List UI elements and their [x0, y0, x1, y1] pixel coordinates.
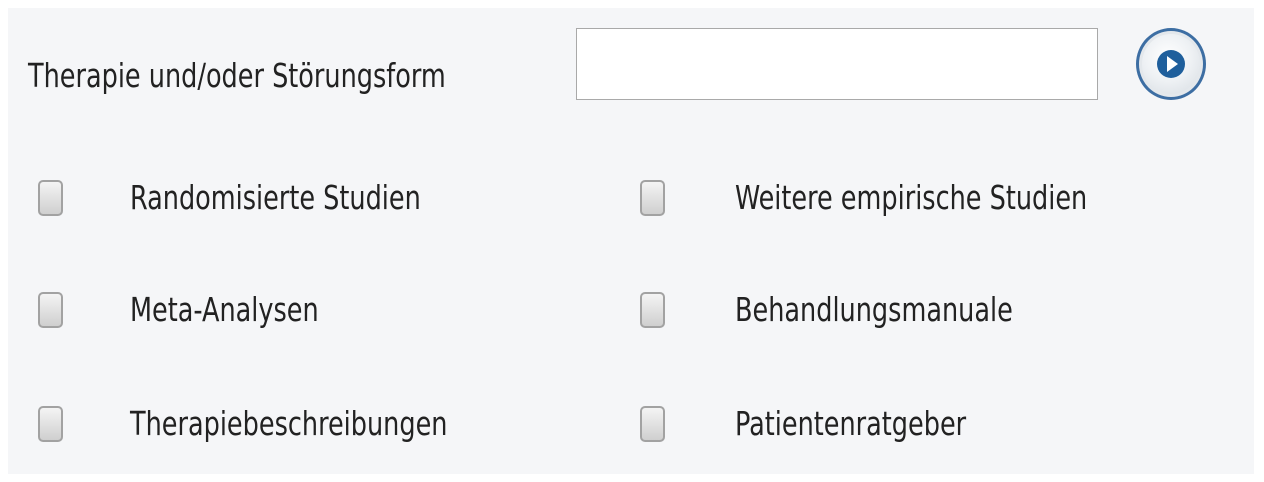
filter-label: Meta-Analysen	[130, 290, 319, 329]
filter-patientenratgeber[interactable]: Patientenratgeber	[640, 394, 1004, 454]
filter-randomisierte-studien[interactable]: Randomisierte Studien	[38, 168, 468, 228]
search-form: Therapie und/oder Störungsform Randomisi…	[8, 8, 1254, 474]
filter-label: Randomisierte Studien	[130, 178, 421, 217]
filter-meta-analysen[interactable]: Meta-Analysen	[38, 280, 349, 340]
checkbox[interactable]	[640, 292, 665, 328]
filter-weitere-empirische-studien[interactable]: Weitere empirische Studien	[640, 168, 1145, 228]
checkbox[interactable]	[38, 292, 63, 328]
filter-label: Behandlungsmanuale	[735, 290, 1013, 329]
search-submit-button[interactable]	[1136, 28, 1206, 100]
checkbox[interactable]	[640, 180, 665, 216]
filter-label: Therapiebeschreibungen	[130, 404, 448, 443]
search-input[interactable]	[576, 28, 1098, 100]
checkbox[interactable]	[640, 406, 665, 442]
play-icon	[1157, 50, 1185, 78]
filter-behandlungsmanuale[interactable]: Behandlungsmanuale	[640, 280, 1058, 340]
checkbox[interactable]	[38, 406, 63, 442]
checkbox[interactable]	[38, 180, 63, 216]
filter-label: Patientenratgeber	[735, 404, 967, 443]
search-label: Therapie und/oder Störungsform	[28, 56, 446, 95]
filter-therapiebeschreibungen[interactable]: Therapiebeschreibungen	[38, 394, 499, 454]
filter-label: Weitere empirische Studien	[735, 178, 1088, 217]
